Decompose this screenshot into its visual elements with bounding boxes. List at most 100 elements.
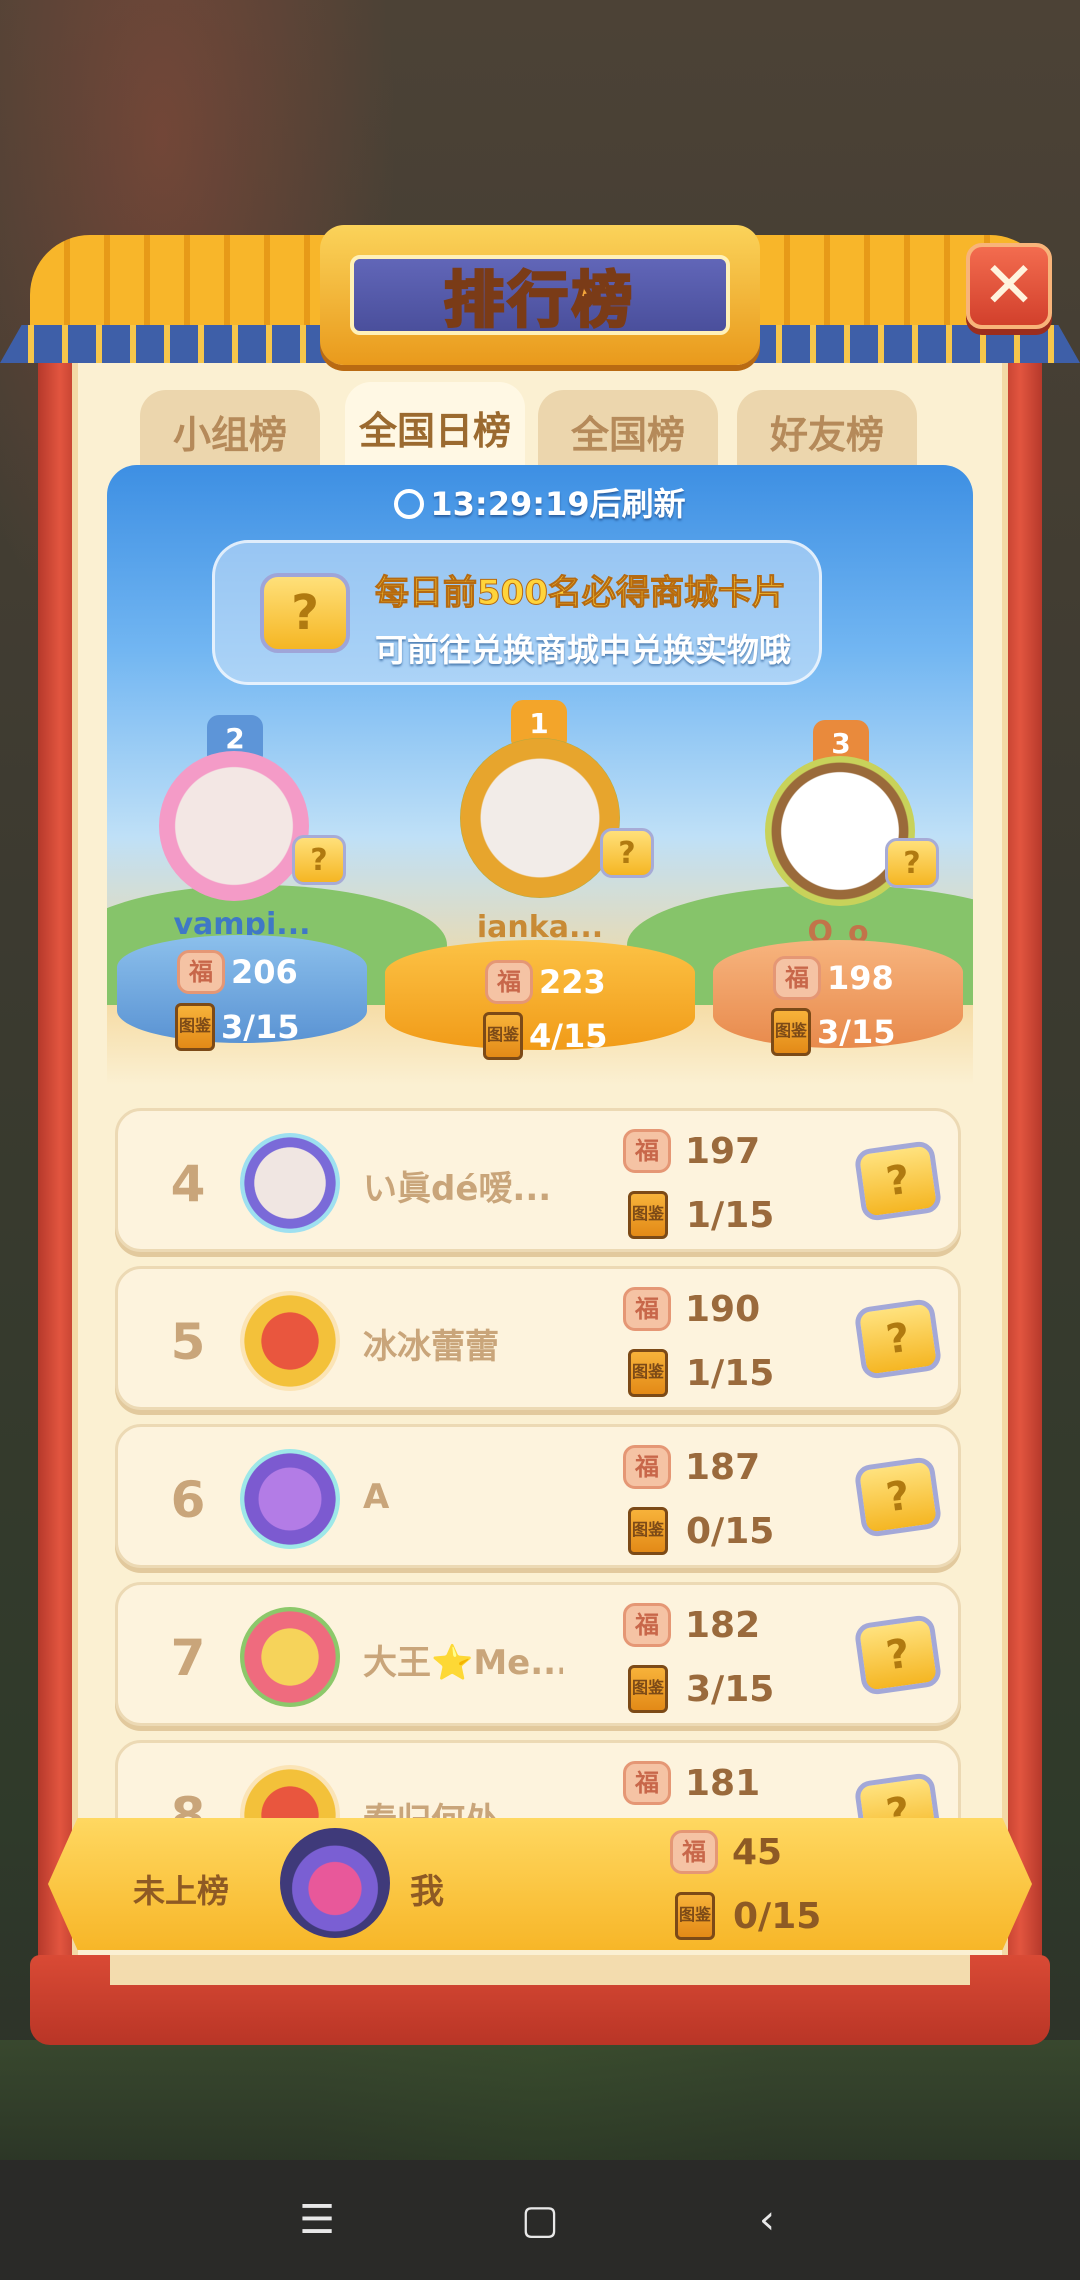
score: 福 190 [623, 1287, 760, 1331]
podium-rank-2[interactable]: 2 ? vampi... 福 206 图鉴 3/15 [107, 715, 377, 1051]
title-inner: 排行榜 [350, 255, 730, 337]
game-background-bottom [0, 2040, 1080, 2160]
book-icon: 图鉴 [628, 1507, 668, 1555]
player-name: 春归何处 [363, 1793, 563, 1820]
list-item[interactable]: 8 春归何处 福 181 ? [115, 1740, 961, 1820]
avatar [159, 751, 309, 901]
card-count: 图鉴 3/15 [628, 1665, 774, 1713]
fu-icon: 福 [773, 956, 821, 1000]
fu-icon: 福 [623, 1129, 671, 1173]
rank-number: 5 [170, 1313, 206, 1371]
fu-icon: 福 [670, 1830, 718, 1874]
card-count-value: 4/15 [529, 1017, 608, 1055]
my-rank-bar[interactable]: 未上榜 我 福 45 图鉴 0/15 [48, 1818, 1032, 1950]
home-icon[interactable]: ▢ [510, 2190, 570, 2250]
card-count-value: 3/15 [817, 1013, 896, 1051]
avatar [240, 1765, 340, 1820]
tab-group[interactable]: 小组榜 [140, 390, 320, 472]
score-value: 187 [685, 1446, 761, 1488]
refresh-timer: 13:29:19后刷新 [107, 479, 973, 525]
score-value: 198 [827, 959, 894, 997]
score: 福 206 [177, 950, 298, 994]
rank-number: 8 [170, 1787, 206, 1820]
my-rank-label: 未上榜 [133, 1872, 230, 1910]
title-plate: 排行榜 [320, 225, 760, 365]
fu-icon: 福 [485, 960, 533, 1004]
question-mark: ? [883, 1630, 913, 1680]
podium-rank-3[interactable]: 3 ? O_o 福 198 图鉴 3/15 [703, 720, 973, 1056]
score-value: 181 [685, 1762, 761, 1804]
book-icon: 图鉴 [483, 1012, 523, 1060]
page-title: 排行榜 [443, 264, 636, 337]
rank-number: 1 [529, 706, 549, 740]
frame-base-inner [110, 1955, 970, 1985]
question-card-icon[interactable]: ? [853, 1455, 943, 1539]
tab-label: 全国榜 [570, 412, 685, 457]
fu-icon: 福 [623, 1761, 671, 1805]
tab-national[interactable]: 全国榜 [538, 390, 718, 472]
list-item[interactable]: 6 A 福 187 图鉴 0/15 ? [115, 1424, 961, 1568]
fu-icon: 福 [177, 950, 225, 994]
clock-icon [394, 489, 425, 519]
score: 福 197 [623, 1129, 760, 1173]
card-count-value: 0/15 [733, 1895, 822, 1937]
menu-icon[interactable]: ☰ [287, 2190, 347, 2250]
score: 福 181 [623, 1761, 760, 1805]
player-name: 大王⭐Me... [363, 1643, 563, 1683]
question-card-icon[interactable]: ? [853, 1139, 943, 1223]
refresh-text: 13:29:19后刷新 [430, 485, 686, 523]
book-icon: 图鉴 [628, 1665, 668, 1713]
question-card-icon[interactable]: ? [853, 1771, 943, 1820]
podium-area: 13:29:19后刷新 ? 每日前500名必得商城卡片 可前往兑换商城中兑换实物… [107, 465, 973, 1085]
player-name: A [363, 1477, 390, 1517]
banner-headline: 每日前500名必得商城卡片 [375, 573, 787, 614]
question-card-icon: ? [292, 835, 346, 885]
card-count-value: 0/15 [686, 1510, 775, 1552]
question-card-icon: ? [600, 828, 654, 878]
question-card-icon[interactable]: ? [853, 1297, 943, 1381]
tab-label: 全国日榜 [358, 408, 511, 453]
card-count: 图鉴 0/15 [628, 1507, 774, 1555]
question-mark: ? [883, 1314, 913, 1364]
fu-icon: 福 [623, 1445, 671, 1489]
question-mark: ? [883, 1156, 913, 1206]
book-icon: 图鉴 [628, 1349, 668, 1397]
score: 福 187 [623, 1445, 760, 1489]
score: 福 182 [623, 1603, 760, 1647]
score-value: 190 [685, 1288, 761, 1330]
question-card-icon[interactable]: ? [853, 1613, 943, 1697]
card-count: 图鉴 1/15 [628, 1191, 774, 1239]
question-mark: ? [291, 585, 319, 641]
tab-label: 小组榜 [172, 412, 287, 457]
card-count: 图鉴 1/15 [628, 1349, 774, 1397]
book-icon: 图鉴 [628, 1191, 668, 1239]
score-value: 45 [732, 1831, 783, 1873]
my-name: 我 [410, 1872, 444, 1912]
fu-icon: 福 [623, 1603, 671, 1647]
list-item[interactable]: 5 冰冰蕾蕾 福 190 图鉴 1/15 ? [115, 1266, 961, 1410]
fu-icon: 福 [623, 1287, 671, 1331]
question-mark: ? [310, 842, 328, 878]
card-count: 图鉴 3/15 [175, 1003, 299, 1051]
frame-base [30, 1955, 1050, 2045]
question-mark: ? [883, 1472, 913, 1522]
tab-friends[interactable]: 好友榜 [737, 390, 917, 472]
back-icon[interactable]: ‹ [737, 2190, 797, 2250]
close-button[interactable]: ✕ [966, 243, 1052, 329]
list-item[interactable]: 7 大王⭐Me... 福 182 图鉴 3/15 ? [115, 1582, 961, 1726]
card-count-value: 1/15 [686, 1352, 775, 1394]
book-icon: 图鉴 [675, 1892, 715, 1940]
avatar [460, 738, 620, 898]
tab-national-daily[interactable]: 全国日榜 [345, 382, 525, 472]
podium-rank-1[interactable]: 1 ? ianka... 福 223 图鉴 4/15 [375, 700, 705, 1060]
close-icon: ✕ [982, 249, 1036, 323]
rank-number: 6 [170, 1471, 206, 1529]
reward-banner: ? 每日前500名必得商城卡片 可前往兑换商城中兑换实物哦 [212, 540, 822, 685]
question-mark: ? [883, 1788, 913, 1820]
ranking-list[interactable]: 4 い眞dé嗳... 福 197 图鉴 1/15 ? 5 冰冰蕾蕾 福 190 图鉴 1… [115, 1108, 965, 1820]
tab-label: 好友榜 [769, 412, 884, 457]
score: 福 223 [485, 960, 606, 1004]
list-item[interactable]: 4 い眞dé嗳... 福 197 图鉴 1/15 ? [115, 1108, 961, 1252]
rank-number: 7 [170, 1629, 206, 1687]
score-value: 182 [685, 1604, 761, 1646]
